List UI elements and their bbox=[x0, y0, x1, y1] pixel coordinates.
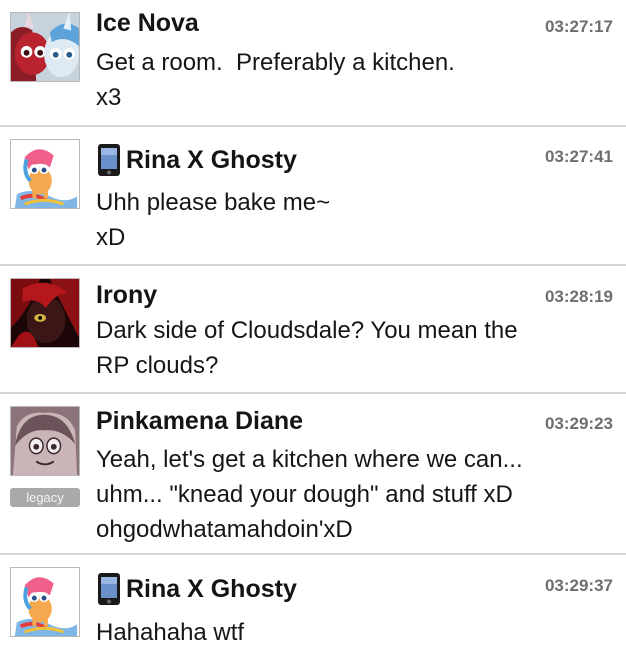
message-text: Yeah, let's get a kitchen where we can..… bbox=[96, 446, 523, 543]
rina-avatar-image bbox=[11, 140, 79, 208]
message-item: Irony 03:28:19 Dark side of Cloudsdale? … bbox=[0, 266, 626, 394]
mobile-phone-icon bbox=[96, 143, 122, 177]
sender-name: Pinkamena Diane bbox=[96, 406, 303, 436]
irony-avatar[interactable] bbox=[10, 278, 80, 348]
timestamp: 03:27:17 bbox=[544, 17, 613, 36]
sender-name: Rina X Ghosty bbox=[96, 143, 297, 177]
rina-avatar-image bbox=[11, 568, 79, 636]
rina-avatar[interactable] bbox=[10, 567, 80, 637]
message-text: Get a room. Preferably a kitchen. x3 bbox=[96, 49, 455, 111]
message-text: Uhh please bake me~ xD bbox=[96, 189, 331, 251]
chat-log: Ice Nova 03:27:17 Get a room. Preferably… bbox=[0, 0, 626, 654]
sender-name-text: Rina X Ghosty bbox=[126, 146, 297, 174]
pinkamena-avatar-image bbox=[11, 407, 79, 475]
mobile-phone-icon bbox=[96, 572, 122, 606]
sender-name-text: Pinkamena Diane bbox=[96, 407, 304, 435]
message-item: Rina X Ghosty 03:29:37 Hahahaha wtf bbox=[0, 555, 626, 654]
sender-name-text: Ice Nova bbox=[96, 9, 199, 37]
ice-nova-avatar-image bbox=[11, 13, 79, 81]
pinkamena-avatar[interactable] bbox=[10, 406, 80, 476]
message-item: Rina X Ghosty 03:27:41 Uhh please bake m… bbox=[0, 127, 626, 266]
message-text: Dark side of Cloudsdale? You mean the RP… bbox=[96, 317, 518, 379]
message-item: Ice Nova 03:27:17 Get a room. Preferably… bbox=[0, 0, 626, 127]
timestamp: 03:28:19 bbox=[544, 287, 613, 306]
timestamp: 03:29:23 bbox=[544, 414, 613, 433]
message-text: Hahahaha wtf bbox=[96, 619, 245, 646]
timestamp: 03:29:37 bbox=[544, 576, 613, 595]
irony-avatar-image bbox=[11, 279, 79, 347]
sender-name: Ice Nova bbox=[96, 8, 199, 38]
legacy-badge: legacy bbox=[10, 488, 80, 507]
sender-name: Irony bbox=[96, 280, 157, 310]
sender-name-text: Irony bbox=[96, 281, 158, 309]
ice-nova-avatar[interactable] bbox=[10, 12, 80, 82]
rina-avatar[interactable] bbox=[10, 139, 80, 209]
timestamp: 03:27:41 bbox=[544, 147, 613, 166]
message-item: legacy Pinkamena Diane 03:29:23 Yeah, le… bbox=[0, 394, 626, 555]
sender-name: Rina X Ghosty bbox=[96, 572, 297, 606]
sender-name-text: Rina X Ghosty bbox=[126, 575, 297, 603]
